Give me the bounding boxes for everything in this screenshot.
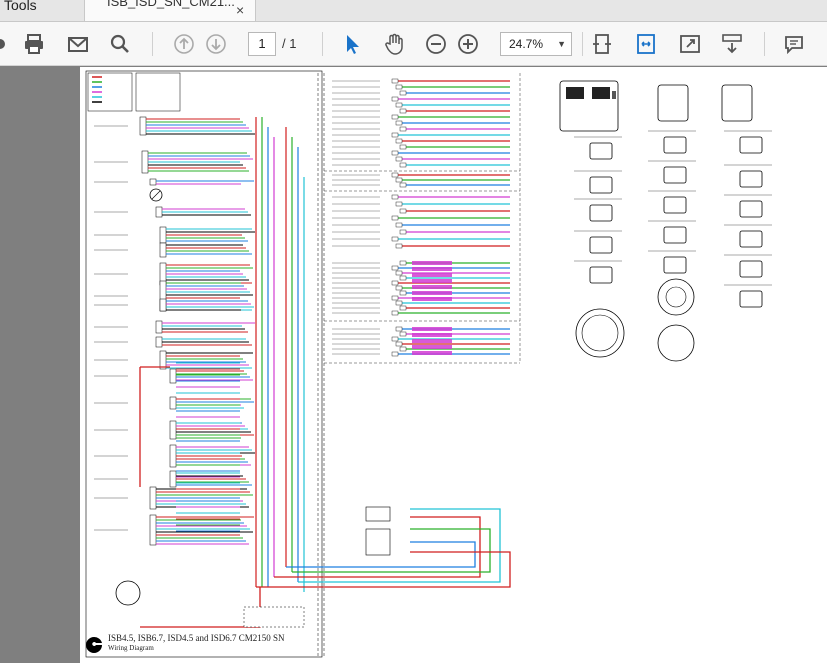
- toolbar: 1 / 1 24.7% ▼: [0, 22, 827, 66]
- fit-page-icon[interactable]: [588, 30, 616, 58]
- close-tab-icon[interactable]: ×: [236, 2, 244, 18]
- email-icon[interactable]: [64, 30, 92, 58]
- comment-icon[interactable]: [780, 30, 808, 58]
- next-page-icon[interactable]: [202, 30, 230, 58]
- tab-document[interactable]: ISB_ISD_SN_CM21...: [84, 0, 256, 22]
- zoom-out-icon[interactable]: [422, 30, 450, 58]
- tab-bar: Tools ISB_ISD_SN_CM21... ×: [0, 0, 827, 22]
- fit-width-icon[interactable]: [632, 30, 660, 58]
- page-total: / 1: [282, 36, 297, 51]
- pdf-page: ISB4.5, ISB6.7, ISD4.5 and ISD6.7 CM2150…: [80, 67, 827, 663]
- previous-page-icon[interactable]: [170, 30, 198, 58]
- search-icon[interactable]: [106, 30, 134, 58]
- hand-tool-icon[interactable]: [380, 30, 408, 58]
- save-icon[interactable]: [0, 30, 14, 58]
- diagram-title-text: ISB4.5, ISB6.7, ISD4.5 and ISD6.7 CM2150…: [108, 633, 285, 643]
- wiring-diagram: [85, 70, 772, 658]
- chevron-down-icon: ▼: [557, 39, 566, 49]
- diagram-subtitle-text: Wiring Diagram: [108, 644, 154, 652]
- document-view[interactable]: ISB4.5, ISB6.7, ISD4.5 and ISD6.7 CM2150…: [0, 67, 827, 663]
- tab-document-label: ISB_ISD_SN_CM21...: [107, 0, 235, 9]
- full-screen-icon[interactable]: [676, 30, 704, 58]
- print-icon[interactable]: [20, 30, 48, 58]
- zoom-value: 24.7%: [509, 37, 544, 51]
- zoom-in-icon[interactable]: [454, 30, 482, 58]
- diagram-title: ISB4.5, ISB6.7, ISD4.5 and ISD6.7 CM2150…: [108, 633, 285, 653]
- page-number-input[interactable]: 1: [248, 32, 276, 56]
- tab-tools[interactable]: Tools: [0, 0, 84, 22]
- scroll-mode-icon[interactable]: [718, 30, 746, 58]
- pdf-viewer-window: { "tabs": { "tools_label": "Tools", "doc…: [0, 0, 827, 663]
- zoom-select[interactable]: 24.7% ▼: [500, 32, 572, 56]
- select-tool-icon[interactable]: [338, 30, 366, 58]
- cummins-logo-icon: [86, 636, 102, 653]
